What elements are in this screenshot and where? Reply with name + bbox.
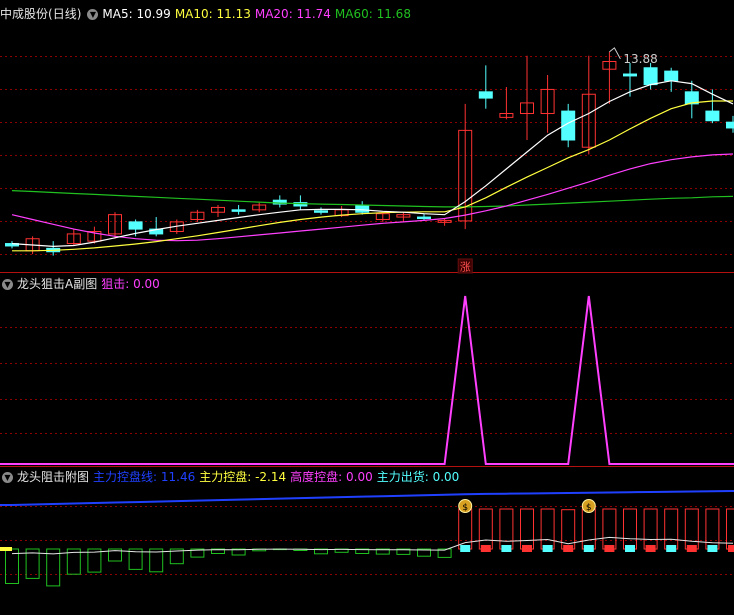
control-bar-fill: [583, 545, 594, 552]
control-bar: [499, 508, 514, 550]
ma60-line: [11, 190, 734, 208]
main-control-line: [0, 490, 734, 506]
control-bar-fill: [666, 545, 677, 552]
control-bar-fill: [480, 545, 491, 552]
control-bar: [664, 508, 679, 550]
sub2-line-label: 主力控盘线: 11.46: [93, 470, 196, 484]
sub2-control-label: 主力控盘: -2.14: [199, 470, 287, 484]
control-bar-fill: [604, 545, 615, 552]
control-bar: [602, 508, 617, 550]
sub1-header: ▼ 龙头狙击A副图 狙击: 0.00: [0, 276, 164, 292]
control-bar-fill: [625, 545, 635, 552]
candle-body[interactable]: [705, 110, 720, 122]
money-bag-icon-label: $: [586, 503, 592, 513]
ma10-label: MA10: 11.13: [174, 7, 251, 21]
control-bar-fill: [501, 545, 512, 552]
chart-canvas: 13.88 涨 $ $: [0, 47, 734, 587]
money-bag-icon-label: $: [462, 503, 468, 513]
high-marker-line: [609, 47, 621, 60]
ma20-label: MA20: 11.74: [254, 7, 331, 21]
main-header: 中成股份 (日线) ▼ MA5: 10.99 MA10: 11.13 MA20:…: [0, 6, 415, 22]
candle-body[interactable]: [664, 70, 679, 82]
stock-chart-window: { "colors": { "bg": "#000000", "grid": "…: [0, 0, 734, 615]
candle-body[interactable]: [643, 67, 658, 86]
control-bar-fill: [563, 545, 574, 552]
sub1-value-label: 狙击: 0.00: [101, 277, 160, 291]
candle-body[interactable]: [355, 204, 370, 213]
control-bar: [540, 508, 555, 550]
period-label[interactable]: (日线): [48, 6, 81, 22]
ma20-line: [11, 153, 734, 242]
candle-body[interactable]: [726, 121, 734, 129]
chevron-down-icon[interactable]: ▼: [2, 278, 13, 290]
control-bar: [46, 548, 61, 587]
candle-body[interactable]: [623, 73, 637, 77]
sub1-title[interactable]: 龙头狙击A副图: [17, 276, 97, 292]
sub2-height-label: 高度控盘: 0.00: [290, 470, 373, 484]
control-bar-fill: [728, 545, 734, 552]
chevron-down-icon[interactable]: ▼: [2, 471, 13, 483]
control-bar-fill: [707, 545, 718, 552]
high-marker-label: 13.88: [623, 52, 657, 66]
control-bar: [684, 508, 699, 550]
ma5-label: MA5: 10.99: [102, 7, 171, 21]
control-bar-fill: [522, 545, 532, 552]
control-yellow-mark: [0, 547, 12, 551]
control-bar-fill: [645, 545, 656, 552]
limit-up-badge-label: 涨: [460, 261, 471, 274]
candle-body[interactable]: [417, 216, 431, 220]
candle-body[interactable]: [128, 221, 143, 230]
control-bar-fill: [460, 545, 471, 552]
sub2-header: ▼ 龙头阻击附图 主力控盘线: 11.46 主力控盘: -2.14 高度控盘: …: [0, 469, 463, 485]
chevron-down-icon[interactable]: ▼: [87, 8, 99, 20]
candle-body[interactable]: [231, 209, 246, 212]
control-bar-fill: [542, 545, 553, 552]
stock-name[interactable]: 中成股份: [0, 6, 48, 22]
control-bar: [581, 508, 596, 550]
control-bar-fill: [686, 545, 697, 552]
candle-body[interactable]: [478, 91, 493, 99]
candle-body[interactable]: [314, 210, 328, 213]
control-bar: [623, 508, 637, 550]
ma60-label: MA60: 11.68: [334, 7, 411, 21]
control-bar: [5, 548, 19, 584]
control-trend-line: [11, 536, 734, 555]
ma10-line: [12, 100, 733, 252]
sub2-title[interactable]: 龙头阻击附图: [17, 469, 89, 485]
sub2-shipment-label: 主力出货: 0.00: [376, 470, 460, 484]
control-bar: [643, 508, 658, 550]
control-bar: [478, 508, 493, 550]
sniper-line: [0, 295, 734, 465]
control-bar: [520, 508, 534, 550]
